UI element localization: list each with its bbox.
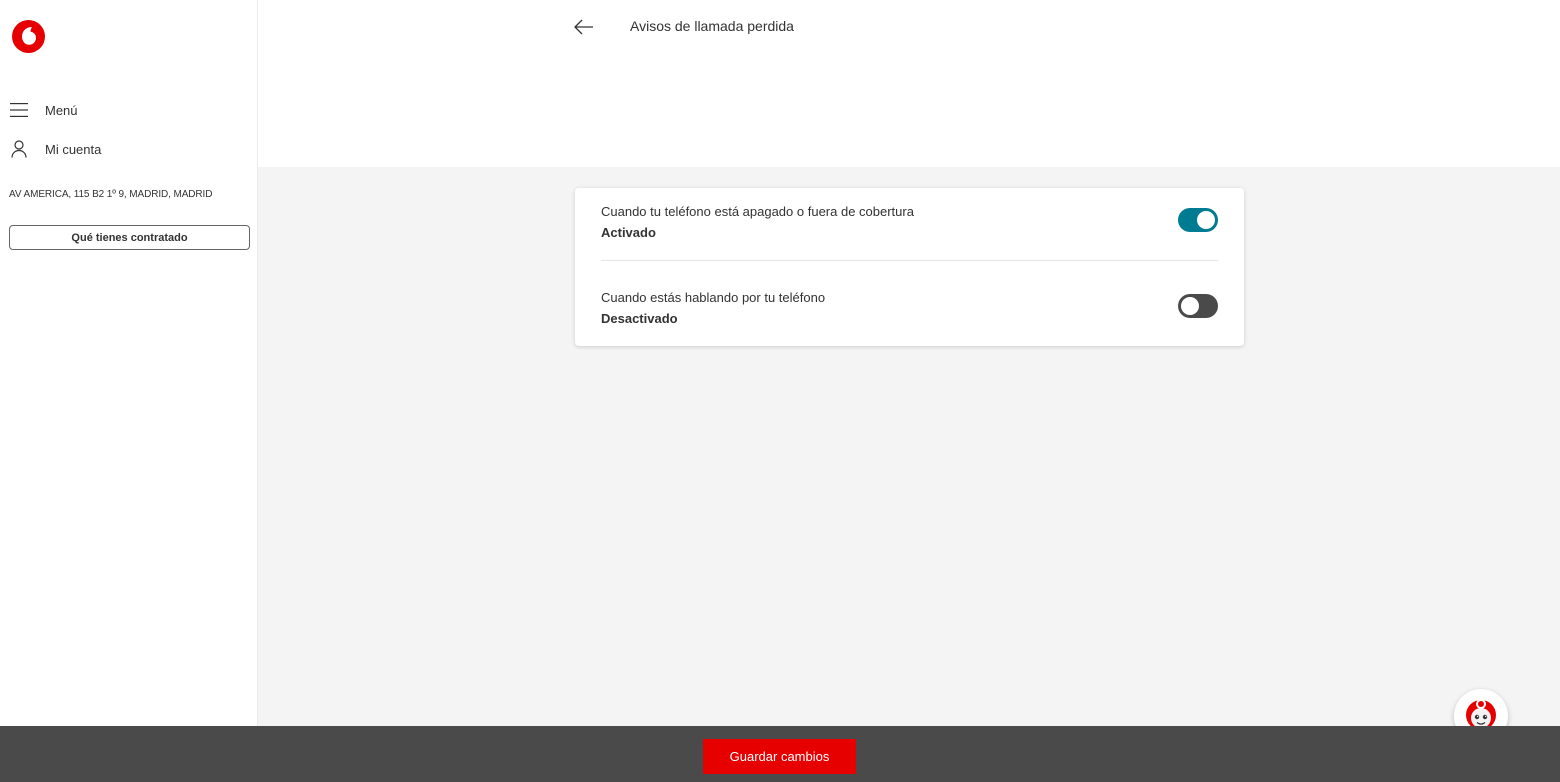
vodafone-logo-icon[interactable] [11,19,46,54]
account-address: AV AMERICA, 115 B2 1º 9, MADRID, MADRID [9,189,213,200]
sidebar-item-menu[interactable]: Menú [9,98,78,122]
toggle-busy[interactable] [1178,294,1218,318]
sidebar: Menú Mi cuenta AV AMERICA, 115 B2 1º 9, … [0,0,258,726]
page: Menú Mi cuenta AV AMERICA, 115 B2 1º 9, … [0,0,1560,782]
toggle-knob [1181,297,1199,315]
contract-button[interactable]: Qué tienes contratado [9,225,250,250]
settings-card: Cuando tu teléfono está apagado o fuera … [575,188,1244,346]
setting-status: Activado [601,225,656,240]
setting-row-offline: Cuando tu teléfono está apagado o fuera … [601,204,1218,264]
footer-bar: Guardar cambios [0,726,1560,782]
sidebar-item-account[interactable]: Mi cuenta [9,137,101,161]
user-icon [9,139,29,159]
setting-row-busy: Cuando estás hablando por tu teléfono De… [601,290,1218,350]
divider [601,260,1218,261]
setting-status: Desactivado [601,311,678,326]
hamburger-icon [9,100,29,120]
setting-title: Cuando tu teléfono está apagado o fuera … [601,204,914,219]
sidebar-item-label: Mi cuenta [45,141,102,157]
toggle-offline[interactable] [1178,208,1218,232]
sidebar-item-label: Menú [45,102,78,118]
save-button[interactable]: Guardar cambios [703,739,856,774]
toggle-knob [1197,211,1215,229]
header: Avisos de llamada perdida [258,0,1560,167]
page-title: Avisos de llamada perdida [630,18,794,34]
arrow-left-icon[interactable] [573,16,595,38]
setting-title: Cuando estás hablando por tu teléfono [601,290,826,305]
main-content: Cuando tu teléfono está apagado o fuera … [258,167,1560,726]
